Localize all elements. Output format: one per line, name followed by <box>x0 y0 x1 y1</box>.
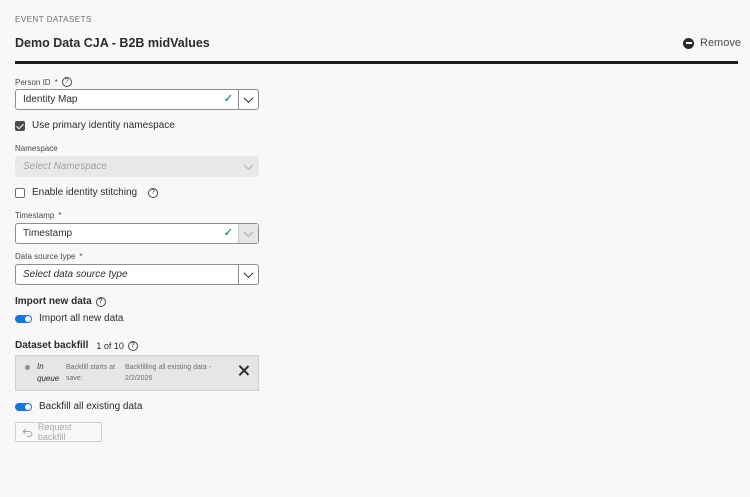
timestamp-label: Timestamp * <box>15 211 62 220</box>
person-id-combobox[interactable]: Identity Map ✓ <box>15 89 259 110</box>
chevron-down-icon <box>243 268 254 279</box>
close-icon[interactable] <box>238 365 249 376</box>
chevron-down-icon <box>243 93 254 104</box>
header-divider <box>15 61 738 64</box>
timestamp-combobox[interactable]: Timestamp ✓ <box>15 223 259 244</box>
toggle-switch[interactable] <box>15 402 32 411</box>
import-new-data-heading: Import new data ? <box>15 296 106 307</box>
backfill-all-existing-toggle[interactable]: Backfill all existing data <box>15 401 142 412</box>
remove-button[interactable]: Remove <box>683 36 741 50</box>
help-icon[interactable]: ? <box>127 340 138 351</box>
help-icon[interactable]: ? <box>61 77 72 87</box>
person-id-label: Person ID * ? <box>15 77 72 87</box>
status-dot <box>25 365 30 370</box>
data-source-type-dropdown-button[interactable] <box>238 265 258 284</box>
data-source-type-combobox[interactable]: Select data source type <box>15 264 259 285</box>
checkbox-checked[interactable] <box>15 120 25 131</box>
backfill-count: 1 of 10 <box>96 340 124 351</box>
dataset-title: Demo Data CJA - B2B midValues <box>15 36 210 50</box>
person-id-input[interactable]: Identity Map ✓ <box>16 90 238 109</box>
checkbox-unchecked[interactable] <box>15 187 25 198</box>
section-label: EVENT DATASETS <box>15 15 92 24</box>
chevron-down-icon <box>243 160 253 171</box>
backfill-item: In queue Backfill starts at save: Backfi… <box>15 355 259 391</box>
namespace-dropdown-button <box>238 157 258 176</box>
backfill-status: In queue <box>37 362 60 383</box>
checkmark-icon: ✓ <box>223 227 233 239</box>
person-id-dropdown-button[interactable] <box>238 90 258 109</box>
backfill-start: Backfill starts at save: <box>66 364 116 382</box>
toggle-switch[interactable] <box>15 314 32 323</box>
help-icon[interactable]: ? <box>148 187 159 198</box>
remove-label: Remove <box>700 37 741 49</box>
data-source-type-input[interactable]: Select data source type <box>16 265 238 284</box>
dataset-backfill-heading: Dataset backfill 1 of 10 ? <box>15 340 138 351</box>
timestamp-dropdown-button <box>238 224 258 243</box>
import-all-new-data-toggle[interactable]: Import all new data <box>15 313 124 324</box>
data-source-type-label: Data source type * <box>15 252 83 261</box>
request-backfill-button[interactable]: Request backfill <box>15 422 102 442</box>
backfill-range: Backfilling all existing data - 2/2/2026 <box>125 364 211 382</box>
namespace-input: Select Namespace <box>23 161 107 172</box>
timestamp-input[interactable]: Timestamp ✓ <box>16 224 238 243</box>
use-primary-identity-checkbox[interactable]: Use primary identity namespace <box>15 120 175 131</box>
checkmark-icon: ✓ <box>223 93 233 105</box>
chevron-down-icon <box>243 227 254 238</box>
remove-icon <box>683 37 694 49</box>
namespace-label: Namespace <box>15 144 58 153</box>
undo-icon <box>22 428 33 437</box>
help-icon[interactable]: ? <box>95 296 106 307</box>
namespace-combobox: Select Namespace <box>15 156 259 177</box>
identity-stitching-checkbox[interactable]: Enable identity stitching ? <box>15 187 159 198</box>
